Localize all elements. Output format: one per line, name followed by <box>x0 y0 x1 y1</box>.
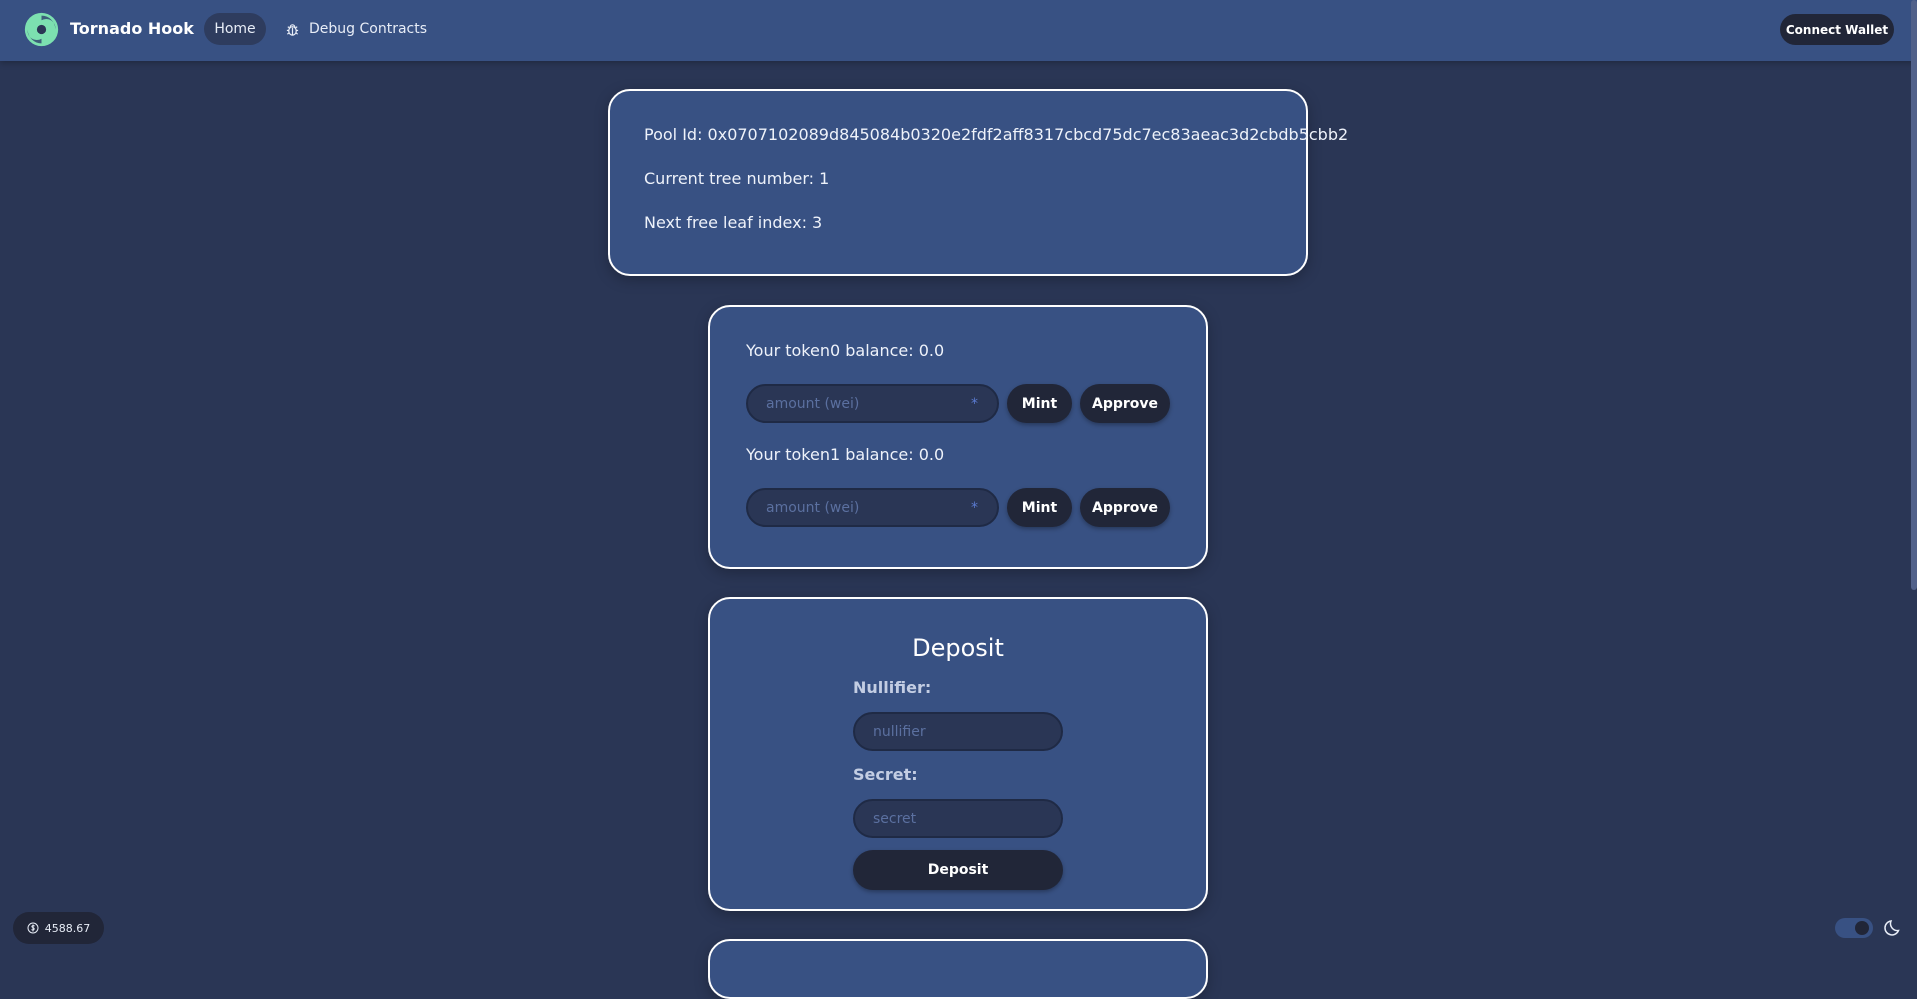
token1-balance-text: Your token1 balance: 0.0 <box>746 445 945 464</box>
asterisk-icon[interactable]: * <box>971 500 997 516</box>
dollar-icon <box>27 922 39 934</box>
pool-info-card: Pool Id: 0x0707102089d845084b0320e2fdf2a… <box>608 89 1348 276</box>
nav-debug-contracts-link[interactable]: Debug Contracts <box>285 13 427 45</box>
token0-amount-placeholder: amount (wei) <box>766 395 860 412</box>
token1-amount-placeholder: amount (wei) <box>766 499 860 516</box>
token0-amount-input[interactable]: amount (wei) * <box>746 384 999 423</box>
nav-home-link[interactable]: Home <box>204 13 266 45</box>
nav-debug-label: Debug Contracts <box>309 21 428 37</box>
deposit-button[interactable]: Deposit <box>853 850 1063 890</box>
deposit-title: Deposit <box>912 634 1004 662</box>
next-card <box>708 939 1208 999</box>
theme-toggle-knob <box>1855 921 1869 935</box>
navbar: Tornado Hook Home Debug Contracts Connec… <box>0 0 1917 61</box>
token0-approve-button[interactable]: Approve <box>1080 384 1170 423</box>
token0-balance-text: Your token0 balance: 0.0 <box>746 341 945 360</box>
nullifier-input[interactable]: nullifier <box>853 712 1063 751</box>
token0-mint-button[interactable]: Mint <box>1007 384 1072 423</box>
token1-mint-button[interactable]: Mint <box>1007 488 1072 527</box>
moon-icon <box>1884 920 1900 936</box>
nullifier-label: Nullifier: <box>853 678 932 697</box>
asterisk-icon[interactable]: * <box>971 396 997 412</box>
pool-id-text: Pool Id: 0x0707102089d845084b0320e2fdf2a… <box>644 125 1349 144</box>
secret-input[interactable]: secret <box>853 799 1063 838</box>
secret-label: Secret: <box>853 765 918 784</box>
brand-name[interactable]: Tornado Hook <box>70 19 194 38</box>
page-scrollbar[interactable] <box>1911 0 1917 590</box>
connect-wallet-button[interactable]: Connect Wallet <box>1780 14 1894 45</box>
bug-icon <box>286 23 299 36</box>
tree-number-text: Current tree number: 1 <box>644 169 830 188</box>
deposit-card: Deposit Nullifier: nullifier Secret: sec… <box>708 597 1208 911</box>
eth-price-text: 4588.67 <box>44 921 91 935</box>
eth-price-badge[interactable]: 4588.67 <box>13 912 104 944</box>
secret-placeholder: secret <box>873 810 917 827</box>
token1-approve-button[interactable]: Approve <box>1080 488 1170 527</box>
nullifier-placeholder: nullifier <box>873 723 926 740</box>
theme-toggle[interactable] <box>1835 918 1873 938</box>
token-balances-card: Your token0 balance: 0.0 amount (wei) * … <box>708 305 1208 569</box>
next-leaf-index-text: Next free leaf index: 3 <box>644 213 823 232</box>
tornado-logo-icon[interactable] <box>23 11 60 48</box>
token1-amount-input[interactable]: amount (wei) * <box>746 488 999 527</box>
